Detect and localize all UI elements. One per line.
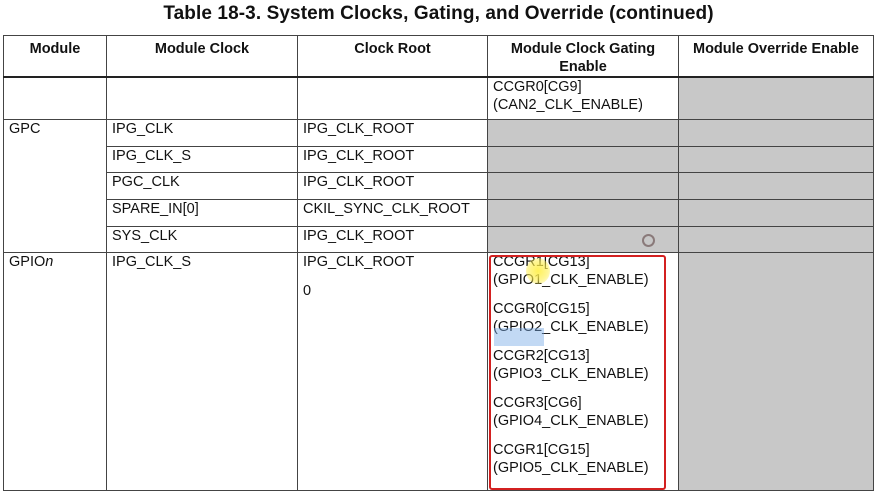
header-row: Module Module Clock Clock Root Module Cl… [3, 35, 874, 78]
header-module: Module [3, 35, 107, 78]
gating-name: (GPIO5_CLK_ENABLE) [493, 459, 649, 476]
gating-cell [487, 118, 679, 147]
gating-register: CCGR3[CG6] [493, 394, 582, 411]
gating-register: CCGR1[CG15] [493, 441, 590, 458]
module-clock-cell: IPG_CLK_S [106, 145, 298, 173]
override-cell [678, 118, 874, 147]
module-clock-cell: IPG_CLK [106, 118, 298, 147]
override-cell [678, 171, 874, 200]
gating-name: (GPIO1_CLK_ENABLE) [493, 271, 649, 288]
table-title: Table 18-3. System Clocks, Gating, and O… [163, 3, 714, 24]
header-clock-root: Clock Root [297, 35, 488, 78]
table-row: SYS_CLK IPG_CLK_ROOT [4, 225, 874, 253]
override-cell [678, 198, 874, 227]
gating-entry: CCGR1[CG13] (GPIO1_CLK_ENABLE) [493, 253, 673, 289]
module-clock-cell: IPG_CLK_S [106, 251, 298, 491]
gating-register: CCGR0[CG15] [493, 300, 590, 317]
gating-register: CCGR0[CG9] [493, 79, 582, 95]
gating-name: (CAN2_CLK_ENABLE) [493, 97, 643, 113]
table-row: GPIOn IPG_CLK_S IPG_CLK_ROOT 0 CCGR1[CG1… [3, 251, 874, 491]
clock-root-cell: IPG_CLK_ROOT [297, 118, 488, 147]
module-name: GPIO [9, 253, 46, 270]
clock-root-cell [297, 76, 488, 120]
header-module-clock: Module Clock [106, 35, 298, 78]
override-cell [678, 76, 874, 120]
clock-table: Module Module Clock Clock Root Module Cl… [3, 35, 874, 491]
gating-cell [487, 171, 679, 200]
gating-cell: CCGR0[CG9] (CAN2_CLK_ENABLE) [487, 76, 679, 120]
ring-cursor-icon [642, 234, 655, 247]
module-name-suffix: n [45, 253, 54, 270]
gating-register: CCGR2[CG13] [493, 347, 590, 364]
gating-entry: CCGR1[CG15] (GPIO5_CLK_ENABLE) [493, 441, 673, 477]
table-row: SPARE_IN[0] CKIL_SYNC_CLK_ROOT [4, 198, 874, 227]
clock-root-cell: IPG_CLK_ROOT [297, 171, 488, 200]
document-page: Table 18-3. System Clocks, Gating, and O… [0, 0, 877, 496]
table-row: GPC IPG_CLK IPG_CLK_ROOT [3, 118, 874, 253]
gating-entry: CCGR3[CG6] (GPIO4_CLK_ENABLE) [493, 394, 673, 430]
module-clock-cell: SPARE_IN[0] [106, 198, 298, 227]
override-cell [678, 225, 874, 253]
gating-entry: CCGR2[CG13] (GPIO3_CLK_ENABLE) [493, 347, 673, 383]
gating-cell [487, 198, 679, 227]
table-row: CCGR0[CG9] (CAN2_CLK_ENABLE) [3, 76, 874, 120]
clock-root-cell: IPG_CLK_ROOT [297, 145, 488, 173]
header-gating-enable: Module Clock Gating Enable [487, 35, 679, 78]
table-row: IPG_CLK_S IPG_CLK_ROOT [4, 145, 874, 173]
gating-entry: CCGR0[CG15] (GPIO2_CLK_ENABLE) [493, 300, 673, 336]
module-clock-cell [106, 76, 298, 120]
gating-name: (GPIO3_CLK_ENABLE) [493, 365, 649, 382]
clock-root-cell: CKIL_SYNC_CLK_ROOT [297, 198, 488, 227]
clock-root-value-2: 0 [303, 282, 312, 299]
gating-name: (GPIO2_CLK_ENABLE) [493, 318, 649, 335]
header-override-enable: Module Override Enable [678, 35, 874, 78]
clock-root-cell: IPG_CLK_ROOT [297, 225, 488, 253]
module-clock-cell: SYS_CLK [106, 225, 298, 253]
gating-name: (GPIO4_CLK_ENABLE) [493, 412, 649, 429]
override-cell [678, 251, 874, 491]
module-clock-cell: PGC_CLK [106, 171, 298, 200]
module-cell-gpio: GPIOn [3, 251, 107, 491]
gating-cell: CCGR1[CG13] (GPIO1_CLK_ENABLE) CCGR0[CG1… [487, 251, 679, 491]
clock-root-value: IPG_CLK_ROOT [303, 253, 415, 270]
override-cell [678, 145, 874, 173]
gating-list: CCGR1[CG13] (GPIO1_CLK_ENABLE) CCGR0[CG1… [493, 253, 673, 477]
gating-register: CCGR1[CG13] [493, 253, 590, 270]
gating-cell [487, 145, 679, 173]
module-cell-gpc: GPC [3, 118, 107, 253]
table-row: PGC_CLK IPG_CLK_ROOT [4, 171, 874, 200]
module-cell [3, 76, 107, 120]
clock-root-cell: IPG_CLK_ROOT 0 [297, 251, 488, 491]
